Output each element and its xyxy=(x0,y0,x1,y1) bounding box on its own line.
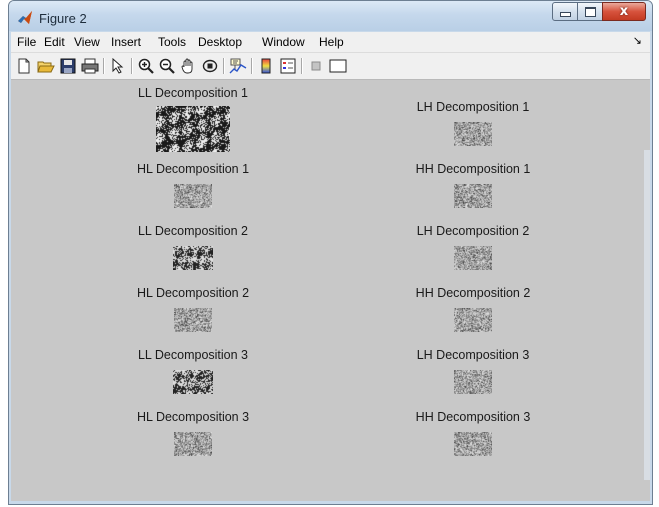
subplot-image[interactable] xyxy=(454,370,492,394)
wavelet-coefficient-image xyxy=(173,246,213,270)
wavelet-coefficient-image xyxy=(173,370,213,394)
zoom-in-button[interactable] xyxy=(137,57,155,75)
window-scroll-edge xyxy=(644,150,650,480)
dock-figure-icon[interactable]: ↘ xyxy=(633,34,642,47)
hand-pan-icon xyxy=(181,58,193,74)
wavelet-coefficient-image xyxy=(454,246,492,270)
menu-edit[interactable]: Edit xyxy=(44,35,65,49)
arrow-pointer-icon xyxy=(112,58,124,74)
subplot-image[interactable] xyxy=(173,370,213,394)
show-tools-icon xyxy=(329,59,347,73)
matlab-logo-icon xyxy=(18,11,32,24)
close-button[interactable]: x xyxy=(602,2,646,21)
new-file-icon xyxy=(18,58,30,74)
save-figure-button[interactable] xyxy=(59,57,77,75)
rotate-3d-icon xyxy=(202,59,218,73)
insert-colorbar-button[interactable] xyxy=(257,57,275,75)
menu-file[interactable]: File xyxy=(17,35,36,49)
show-plot-tools-button[interactable] xyxy=(329,57,347,75)
data-cursor-button[interactable] xyxy=(229,57,247,75)
figure-window: Figure 2 x File Edit View Insert Tools D… xyxy=(8,0,653,505)
wavelet-coefficient-image xyxy=(454,308,492,332)
printer-icon xyxy=(81,58,99,74)
wavelet-coefficient-image xyxy=(454,432,492,456)
open-folder-icon xyxy=(37,61,55,73)
subplot-title: LL Decomposition 2 xyxy=(137,224,249,238)
hide-tools-icon xyxy=(311,61,321,71)
subplot-title: HL Decomposition 3 xyxy=(136,410,250,424)
open-file-button[interactable] xyxy=(37,57,55,75)
rotate-3d-button[interactable] xyxy=(201,57,219,75)
wavelet-coefficient-image xyxy=(174,432,212,456)
new-figure-button[interactable] xyxy=(15,57,33,75)
subplot-image[interactable] xyxy=(454,184,492,208)
figure-canvas: LL Decomposition 1 LH Decomposition 1 HL D… xyxy=(11,80,650,501)
subplot-title: LL Decomposition 1 xyxy=(137,86,249,100)
subplot-title: LH Decomposition 1 xyxy=(416,100,530,114)
subplot-image[interactable] xyxy=(174,184,212,208)
maximize-button[interactable] xyxy=(577,2,603,21)
insert-legend-button[interactable] xyxy=(279,57,297,75)
subplot-title: LH Decomposition 3 xyxy=(416,348,530,362)
wavelet-coefficient-image xyxy=(454,184,492,208)
wavelet-coefficient-image xyxy=(174,308,212,332)
toolbar-separator xyxy=(251,58,253,74)
legend-icon xyxy=(280,58,296,74)
menu-desktop[interactable]: Desktop xyxy=(198,35,242,49)
hide-plot-tools-button[interactable] xyxy=(307,57,325,75)
subplot-image[interactable] xyxy=(454,432,492,456)
zoom-out-icon xyxy=(159,58,175,74)
wavelet-coefficient-image xyxy=(174,184,212,208)
toolbar-separator xyxy=(223,58,225,74)
wavelet-coefficient-image xyxy=(454,122,492,146)
title-bar[interactable]: Figure 2 x xyxy=(9,1,652,31)
toolbar-separator xyxy=(103,58,105,74)
subplot-title: HH Decomposition 2 xyxy=(415,286,531,300)
subplot-image[interactable] xyxy=(174,432,212,456)
subplot-image[interactable] xyxy=(173,246,213,270)
menu-tools[interactable]: Tools xyxy=(158,35,186,49)
zoom-out-button[interactable] xyxy=(158,57,176,75)
subplot-image[interactable] xyxy=(454,122,492,146)
save-disk-icon xyxy=(60,58,76,74)
window-controls: x xyxy=(552,2,646,22)
pan-button[interactable] xyxy=(179,57,197,75)
menu-window[interactable]: Window xyxy=(262,35,305,49)
toolbar-separator xyxy=(301,58,303,74)
zoom-in-icon xyxy=(138,58,154,74)
edit-plot-button[interactable] xyxy=(109,57,127,75)
maximize-icon xyxy=(584,6,596,17)
menu-bar: File Edit View Insert Tools Desktop Wind… xyxy=(11,32,650,53)
window-title: Figure 2 xyxy=(39,11,87,26)
subplot-image[interactable] xyxy=(174,308,212,332)
toolbar-separator xyxy=(131,58,133,74)
subplot-title: HH Decomposition 3 xyxy=(415,410,531,424)
figure-toolbar xyxy=(11,53,650,80)
subplot-image[interactable] xyxy=(156,106,230,152)
menu-insert[interactable]: Insert xyxy=(111,35,141,49)
colorbar-icon xyxy=(261,58,271,74)
subplot-image[interactable] xyxy=(454,308,492,332)
menu-view[interactable]: View xyxy=(74,35,100,49)
close-icon: x xyxy=(619,4,629,19)
minimize-icon xyxy=(559,12,571,17)
menu-help[interactable]: Help xyxy=(319,35,344,49)
data-cursor-icon xyxy=(229,58,247,74)
wavelet-coefficient-image xyxy=(156,106,230,152)
print-figure-button[interactable] xyxy=(81,57,99,75)
wavelet-coefficient-image xyxy=(454,370,492,394)
subplot-title: HL Decomposition 1 xyxy=(136,162,250,176)
subplot-title: LL Decomposition 3 xyxy=(137,348,249,362)
subplot-title: LH Decomposition 2 xyxy=(416,224,530,238)
subplot-title: HL Decomposition 2 xyxy=(136,286,250,300)
subplot-image[interactable] xyxy=(454,246,492,270)
minimize-button[interactable] xyxy=(552,2,578,21)
subplot-title: HH Decomposition 1 xyxy=(415,162,531,176)
